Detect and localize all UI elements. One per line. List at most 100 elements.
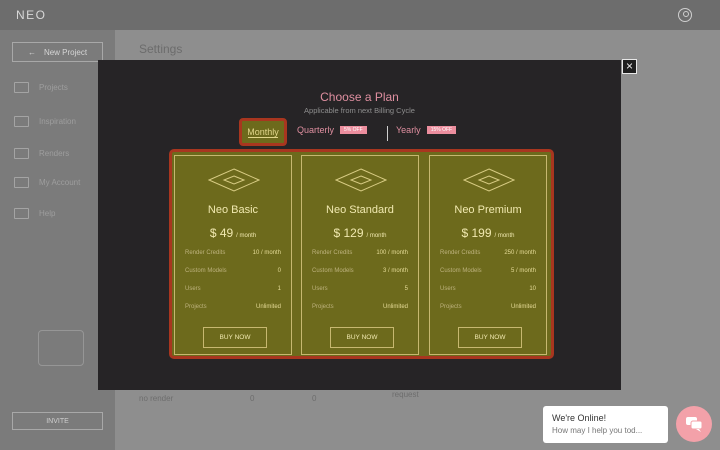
feature-label: Projects <box>312 304 334 310</box>
feature-row: Render Credits 10 / month <box>185 250 281 256</box>
tab-label: Yearly <box>396 125 421 135</box>
invite-button[interactable]: INVITE <box>12 412 103 430</box>
plan-card-basic: Neo Basic $ 49/ month Render Credits 10 /… <box>174 155 292 355</box>
feature-value: Unlimited <box>382 304 408 310</box>
feature-label: Custom Models <box>185 268 227 274</box>
sidebar-item-label: Inspiration <box>39 117 76 126</box>
feature-label: Users <box>440 286 456 292</box>
plan-name: Neo Premium <box>454 204 522 216</box>
tab-quarterly[interactable]: Quarterly 5% OFF <box>297 125 367 135</box>
buy-now-button[interactable]: BUY NOW <box>330 327 394 348</box>
feature-row: Projects Unlimited <box>185 304 281 310</box>
sidebar-item-renders[interactable]: Renders <box>14 148 69 159</box>
plan-price: $ 129/ month <box>302 226 418 240</box>
diamond-logo-icon <box>335 168 387 192</box>
table-cell: request <box>392 390 419 399</box>
chat-subtitle: How may I help you tod... <box>552 426 643 435</box>
plan-name: Neo Basic <box>207 204 259 216</box>
diamond-logo-icon <box>208 168 260 192</box>
user-icon <box>14 177 29 188</box>
new-project-button[interactable]: ← New Project <box>12 42 103 62</box>
feature-label: Custom Models <box>440 268 482 274</box>
arrow-icon: ← <box>27 47 36 57</box>
chat-bubble[interactable]: We're Online! How may I help you tod... <box>543 406 668 443</box>
sidebar-item-label: Renders <box>39 149 70 158</box>
tab-label: Quarterly <box>297 125 335 135</box>
sidebar-item-help[interactable]: Help <box>14 208 55 219</box>
plan-card-premium: Neo Premium $ 199/ month Render Credits 2… <box>429 155 547 355</box>
tab-yearly[interactable]: Yearly 15% OFF <box>396 125 457 135</box>
feature-label: Projects <box>185 304 207 310</box>
price-value: $ 129 <box>333 226 364 240</box>
modal-subtitle: Applicable from next Billing Cycle <box>304 106 415 115</box>
feature-value: 0 <box>277 268 281 274</box>
feature-row: Custom Models 5 / month <box>440 268 536 274</box>
price-period: / month <box>494 233 515 239</box>
feature-row: Render Credits 100 / month <box>312 250 408 256</box>
sidebar-item-inspiration[interactable]: Inspiration <box>14 116 76 127</box>
plan-price: $ 49/ month <box>175 226 291 240</box>
image-icon <box>14 148 29 159</box>
feature-label: Users <box>185 286 201 292</box>
sidebar-item-label: Help <box>39 209 56 218</box>
price-period: / month <box>366 233 387 239</box>
feature-row: Projects Unlimited <box>312 304 408 310</box>
table-cell: no render <box>139 394 174 403</box>
feature-value: 10 <box>529 286 536 292</box>
feature-row: Render Credits 250 / month <box>440 250 536 256</box>
feature-row: Custom Models 3 / month <box>312 268 408 274</box>
user-avatar-icon[interactable] <box>678 8 692 22</box>
feature-label: Custom Models <box>312 268 354 274</box>
projects-icon <box>14 82 29 93</box>
price-value: $ 49 <box>209 226 234 240</box>
feature-row: Custom Models 0 <box>185 268 281 274</box>
discount-badge: 15% OFF <box>426 126 457 134</box>
feature-value: 5 <box>404 286 408 292</box>
feature-row: Users 10 <box>440 286 536 292</box>
tab-divider <box>387 126 388 141</box>
feature-value: 250 / month <box>504 250 536 256</box>
mail-icon <box>14 208 29 219</box>
feature-value: 100 / month <box>376 250 408 256</box>
feature-value: 3 / month <box>382 268 408 274</box>
book-icon <box>14 116 29 127</box>
chat-icon <box>686 417 703 432</box>
app-logo: NEO <box>16 8 47 22</box>
page-title: Settings <box>139 42 183 56</box>
price-value: $ 199 <box>461 226 492 240</box>
table-cell: 0 <box>312 394 317 403</box>
new-project-label: New Project <box>43 47 88 57</box>
buy-now-button[interactable]: BUY NOW <box>458 327 522 348</box>
price-period: / month <box>236 233 257 239</box>
diamond-logo-icon <box>463 168 515 192</box>
feature-value: 1 <box>277 286 281 292</box>
sidebar-item-label: My Account <box>39 178 81 187</box>
choose-plan-modal: Choose a Plan Applicable from next Billi… <box>98 60 621 390</box>
buy-now-button[interactable]: BUY NOW <box>203 327 267 348</box>
chat-title: We're Online! <box>552 413 607 423</box>
feature-value: Unlimited <box>255 304 281 310</box>
feature-row: Users 1 <box>185 286 281 292</box>
feature-label: Render Credits <box>185 250 226 256</box>
plan-price: $ 199/ month <box>430 226 546 240</box>
chat-launcher-button[interactable] <box>676 406 712 442</box>
sidebar-item-my-account[interactable]: My Account <box>14 177 80 188</box>
feature-value: 10 / month <box>252 250 281 256</box>
modal-title: Choose a Plan <box>320 90 399 104</box>
table-cell: 0 <box>250 394 255 403</box>
feature-label: Users <box>312 286 328 292</box>
feature-label: Render Credits <box>312 250 353 256</box>
sidebar-item-label: Projects <box>39 83 68 92</box>
feature-value: Unlimited <box>510 304 536 310</box>
tab-label: Monthly <box>247 127 279 137</box>
feature-row: Projects Unlimited <box>440 304 536 310</box>
discount-badge: 5% OFF <box>340 126 367 134</box>
feature-row: Users 5 <box>312 286 408 292</box>
tab-monthly[interactable]: Monthly <box>239 118 287 146</box>
plan-card-standard: Neo Standard $ 129/ month Render Credits… <box>301 155 419 355</box>
sidebar-item-projects[interactable]: Projects <box>14 82 68 93</box>
close-icon[interactable]: × <box>622 59 637 74</box>
feature-label: Projects <box>440 304 462 310</box>
top-bar: NEO <box>0 0 720 30</box>
feature-label: Render Credits <box>440 250 481 256</box>
